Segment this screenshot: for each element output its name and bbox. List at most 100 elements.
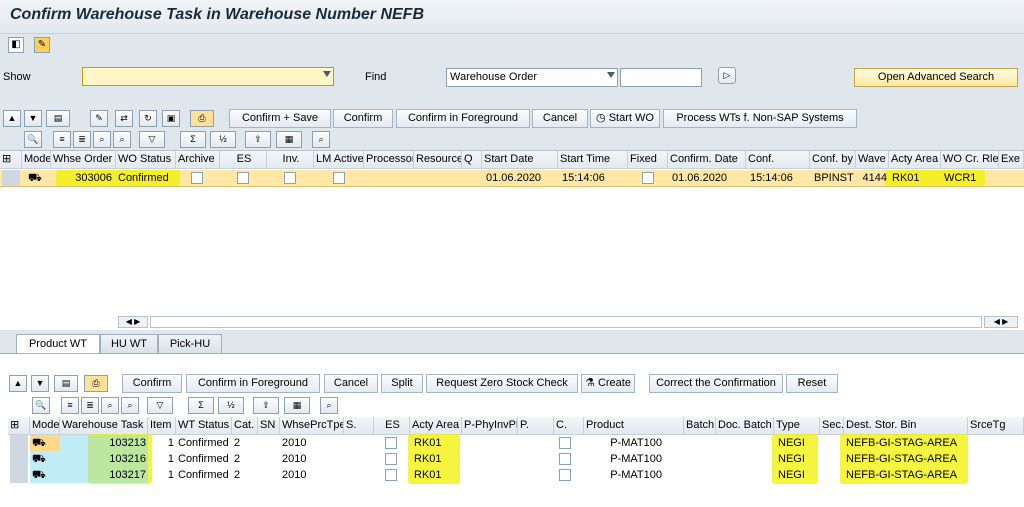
reset-button[interactable]: Reset — [786, 374, 838, 393]
col-conf-by[interactable]: Conf. by — [810, 151, 856, 169]
col-archive[interactable]: Archive — [176, 151, 220, 169]
show-dropdown[interactable] — [82, 67, 334, 86]
col-confirm-date[interactable]: Confirm. Date — [668, 151, 746, 169]
layout-icon[interactable]: ▤ — [46, 110, 70, 127]
correct-confirmation-button[interactable]: Correct the Confirmation — [649, 374, 783, 393]
confirm-button[interactable]: Confirm — [333, 109, 393, 128]
find-next-icon[interactable]: ⌕ — [113, 131, 131, 148]
find-input[interactable] — [620, 68, 702, 87]
col-srcetg[interactable]: SrceTg — [968, 417, 1024, 435]
col-p-phyinvpl[interactable]: P-PhyInvPl — [462, 417, 518, 435]
col-acty-area[interactable]: Acty Area — [410, 417, 462, 435]
change-layout-icon[interactable]: ▦ — [284, 397, 310, 414]
row-selector[interactable] — [10, 435, 28, 451]
col-type[interactable]: Type — [774, 417, 820, 435]
request-zero-stock-button[interactable]: Request Zero Stock Check — [426, 374, 578, 393]
col-doc-batch[interactable]: Doc. Batch — [716, 417, 774, 435]
col-dest-stor-bin[interactable]: Dest. Stor. Bin — [844, 417, 968, 435]
tab-pick-hu[interactable]: Pick-HU — [158, 334, 222, 354]
sum-icon[interactable]: Σ — [188, 397, 214, 414]
tab-hu-wt[interactable]: HU WT — [100, 334, 158, 354]
col-warehouse-task[interactable]: Warehouse Task — [60, 417, 148, 435]
variant-icon[interactable]: ◧ — [8, 37, 24, 53]
execute-icon[interactable]: ▷ — [718, 67, 736, 84]
col-p[interactable]: P. — [518, 417, 554, 435]
graphic-icon[interactable]: ⌕ — [312, 131, 330, 148]
row-selector[interactable] — [2, 170, 20, 186]
col-processor[interactable]: Processor — [364, 151, 414, 169]
col-c[interactable]: C. — [554, 417, 584, 435]
col-es[interactable]: ES — [374, 417, 410, 435]
col-sn[interactable]: SN — [258, 417, 280, 435]
col-wo-status[interactable]: WO Status — [116, 151, 176, 169]
process-wts-button[interactable]: Process WTs f. Non-SAP Systems — [663, 109, 857, 128]
select-all-icon[interactable]: ⊞ — [0, 151, 22, 169]
filter-icon[interactable]: ▽ — [139, 131, 165, 148]
col-mode[interactable]: Mode — [30, 417, 60, 435]
export-icon[interactable]: ⇪ — [253, 397, 279, 414]
fixed-checkbox[interactable] — [642, 172, 654, 184]
print-icon[interactable]: ⎙ — [190, 110, 214, 127]
subtotal-icon[interactable]: ½ — [218, 397, 244, 414]
col-fixed[interactable]: Fixed — [628, 151, 668, 169]
start-wo-button[interactable]: ◷ Start WO — [590, 109, 660, 128]
sum-icon[interactable]: Σ — [180, 131, 206, 148]
col-start-time[interactable]: Start Time — [558, 151, 628, 169]
col-whseprctpe[interactable]: WhsePrcTpe — [280, 417, 344, 435]
col-whse-order[interactable]: Whse Order — [51, 151, 116, 169]
col-product[interactable]: Product — [584, 417, 684, 435]
col-item[interactable]: Item — [148, 417, 176, 435]
col-exe[interactable]: Exe — [999, 151, 1024, 169]
table-row[interactable]: ⛟ 103216 1 Confirmed 2 2010 RK01 P-MAT10… — [8, 451, 1024, 467]
horizontal-scrollbar[interactable] — [150, 316, 982, 328]
sort-desc-icon[interactable]: ≣ — [73, 131, 91, 148]
edit-icon[interactable]: ✎ — [90, 110, 108, 127]
col-mode[interactable]: Mode — [22, 151, 51, 169]
wt-cancel-button[interactable]: Cancel — [324, 374, 378, 393]
col-q[interactable]: Q — [462, 151, 482, 169]
export-icon[interactable]: ⇪ — [245, 131, 271, 148]
scroll-arrows-right[interactable]: ◀ ▶ — [984, 316, 1018, 328]
find-icon[interactable]: ⌕ — [101, 397, 119, 414]
create-button[interactable]: ⚗ Create — [581, 374, 635, 393]
col-s[interactable]: S. — [344, 417, 374, 435]
scroll-up-icon[interactable]: ▲ — [3, 110, 21, 127]
select-all-icon[interactable]: ⊞ — [8, 417, 30, 435]
es-checkbox[interactable] — [237, 172, 249, 184]
col-lm-active[interactable]: LM Active — [314, 151, 364, 169]
col-sec[interactable]: Sec. — [820, 417, 844, 435]
col-conf[interactable]: Conf. — [746, 151, 810, 169]
print-icon[interactable]: ⎙ — [84, 375, 108, 392]
wt-confirm-button[interactable]: Confirm — [122, 374, 182, 393]
col-inv[interactable]: Inv. — [267, 151, 314, 169]
col-wave[interactable]: Wave — [856, 151, 889, 169]
find-dropdown[interactable]: Warehouse Order — [446, 68, 618, 87]
details-icon[interactable]: 🔍 — [24, 131, 42, 148]
col-es[interactable]: ES — [220, 151, 267, 169]
scroll-up-icon[interactable]: ▲ — [9, 375, 27, 392]
scroll-arrows[interactable]: ◀ ▶ — [118, 316, 148, 328]
c-checkbox[interactable] — [559, 469, 571, 481]
c-checkbox[interactable] — [559, 437, 571, 449]
refresh-icon[interactable]: ↻ — [139, 110, 157, 127]
subtotal-icon[interactable]: ½ — [210, 131, 236, 148]
archive-checkbox[interactable] — [191, 172, 203, 184]
scroll-down-icon[interactable]: ▼ — [31, 375, 49, 392]
settings-icon[interactable]: ✎ — [34, 37, 50, 53]
col-acty-area[interactable]: Acty Area — [889, 151, 941, 169]
es-checkbox[interactable] — [385, 453, 397, 465]
graphic-icon[interactable]: ⌕ — [320, 397, 338, 414]
layout-icon[interactable]: ▤ — [54, 375, 78, 392]
col-wt-status[interactable]: WT Status — [176, 417, 232, 435]
es-checkbox[interactable] — [385, 469, 397, 481]
table-row[interactable]: ⛟ 103217 1 Confirmed 2 2010 RK01 P-MAT10… — [8, 467, 1024, 483]
col-cat[interactable]: Cat. — [232, 417, 258, 435]
lm-active-checkbox[interactable] — [333, 172, 345, 184]
col-wo-cr-rle[interactable]: WO Cr. Rle — [941, 151, 999, 169]
sort-desc-icon[interactable]: ≣ — [81, 397, 99, 414]
change-layout-icon[interactable]: ▦ — [276, 131, 302, 148]
sort-asc-icon[interactable]: ≡ — [61, 397, 79, 414]
wt-confirm-foreground-button[interactable]: Confirm in Foreground — [186, 374, 320, 393]
table-row[interactable]: ⛟ 103213 1 Confirmed 2 2010 RK01 P-MAT10… — [8, 435, 1024, 451]
sort-asc-icon[interactable]: ≡ — [53, 131, 71, 148]
